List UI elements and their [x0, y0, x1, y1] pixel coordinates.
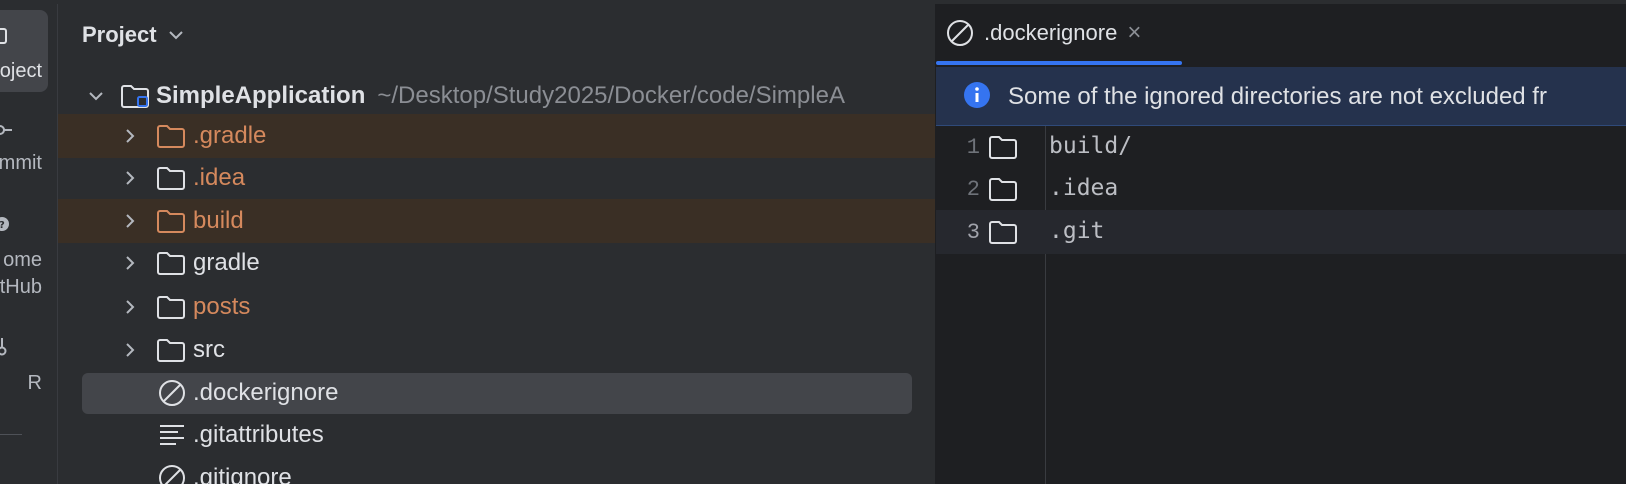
folder-icon: [157, 167, 185, 190]
banner-text: Some of the ignored directories are not …: [1008, 83, 1547, 110]
chevron-right-icon[interactable]: [121, 254, 139, 272]
tool-github[interactable]: ? ome tHub: [0, 204, 48, 304]
tool-pull-requests-label: R: [27, 372, 42, 394]
project-header[interactable]: Project: [82, 20, 185, 50]
tree-item-label: src: [193, 336, 225, 363]
chevron-down-icon[interactable]: [167, 26, 185, 44]
tree-item-gitignore[interactable]: .gitignore: [58, 456, 935, 484]
chevron-right-icon[interactable]: [121, 341, 139, 359]
github-icon: ?: [0, 217, 9, 231]
folder-icon: [157, 125, 185, 148]
code-line-current[interactable]: 3 .git: [936, 210, 1626, 254]
ignore-file-icon: [159, 465, 185, 484]
chevron-down-icon[interactable]: [87, 87, 105, 105]
tree-item-idea[interactable]: .idea: [58, 156, 935, 200]
tool-window-strip: oject mmit ? ome tHub R: [0, 4, 58, 484]
module-folder-icon: [121, 85, 149, 108]
folder-icon: [157, 210, 185, 233]
code-line[interactable]: 2 .idea: [936, 167, 1626, 211]
chevron-right-icon[interactable]: [121, 127, 139, 145]
tool-project[interactable]: oject: [0, 10, 48, 92]
code-line[interactable]: 1 build/: [936, 125, 1626, 169]
tab-label: .dockerignore: [984, 20, 1118, 45]
folder-icon: [989, 136, 1017, 159]
code-text: .git: [1049, 218, 1105, 244]
tool-pull-requests[interactable]: R: [0, 334, 48, 404]
root-name: SimpleApplication: [156, 82, 366, 109]
folder-icon: [157, 296, 185, 319]
code-text: .idea: [1049, 175, 1119, 201]
info-banner: Some of the ignored directories are not …: [936, 67, 1626, 126]
commit-icon: [0, 125, 12, 135]
tree-item-posts[interactable]: posts: [58, 285, 935, 329]
folder-icon: [989, 221, 1017, 244]
tree-item-gitattributes[interactable]: .gitattributes: [58, 413, 935, 457]
info-icon: [964, 82, 990, 108]
folder-icon: [157, 252, 185, 275]
tree-item-label: .dockerignore: [193, 379, 339, 406]
project-panel: Project SimpleApplication ~/Desktop/Study…: [58, 4, 935, 484]
tool-github-label-2: tHub: [0, 276, 42, 298]
tree-item-label: build: [193, 207, 244, 234]
tool-commit[interactable]: mmit: [0, 112, 48, 182]
tool-github-label: ome: [3, 249, 42, 271]
tree-item-src[interactable]: src: [58, 328, 935, 372]
text-file-icon: [160, 425, 184, 445]
tool-project-label: oject: [0, 60, 42, 82]
active-tab-indicator: [936, 61, 1182, 65]
root-path: ~/Desktop/Study2025/Docker/code/SimpleA: [377, 82, 845, 109]
tree-item-build[interactable]: build: [58, 199, 935, 243]
ignore-file-icon: [159, 380, 185, 406]
svg-text:?: ?: [0, 220, 5, 231]
line-number: 3: [966, 220, 980, 245]
tree-item-gradle-dir[interactable]: .gradle: [58, 114, 935, 158]
editor-area: .dockerignore × Some of the ignored dire…: [936, 4, 1626, 484]
tool-commit-label: mmit: [0, 152, 42, 174]
project-title: Project: [82, 22, 157, 47]
chevron-right-icon[interactable]: [121, 298, 139, 316]
chevron-right-icon[interactable]: [121, 212, 139, 230]
tree-item-label: .gitattributes: [193, 421, 324, 448]
code-text: build/: [1049, 133, 1133, 159]
tree-item-label: .idea: [193, 164, 246, 191]
close-icon[interactable]: ×: [1127, 19, 1141, 47]
tree-item-dockerignore[interactable]: .dockerignore: [58, 371, 935, 415]
line-number: 1: [966, 135, 980, 160]
tree-item-label: .gitignore: [193, 464, 292, 484]
tree-root[interactable]: SimpleApplication ~/Desktop/Study2025/Doc…: [58, 74, 935, 118]
folder-icon: [0, 28, 7, 44]
pull-request-icon: [0, 338, 7, 356]
tree-item-gradle[interactable]: gradle: [58, 241, 935, 285]
folder-icon: [157, 339, 185, 362]
line-number: 2: [966, 177, 980, 202]
ignore-file-icon: [947, 20, 973, 46]
folder-icon: [989, 178, 1017, 201]
editor-tabbar: .dockerignore ×: [936, 4, 1626, 65]
tree-item-label: .gradle: [193, 122, 267, 149]
tree-item-label: gradle: [193, 249, 260, 276]
tab-dockerignore[interactable]: .dockerignore ×: [946, 16, 1141, 50]
strip-divider: [0, 434, 22, 435]
tree-item-label: posts: [193, 293, 251, 320]
chevron-right-icon[interactable]: [121, 169, 139, 187]
